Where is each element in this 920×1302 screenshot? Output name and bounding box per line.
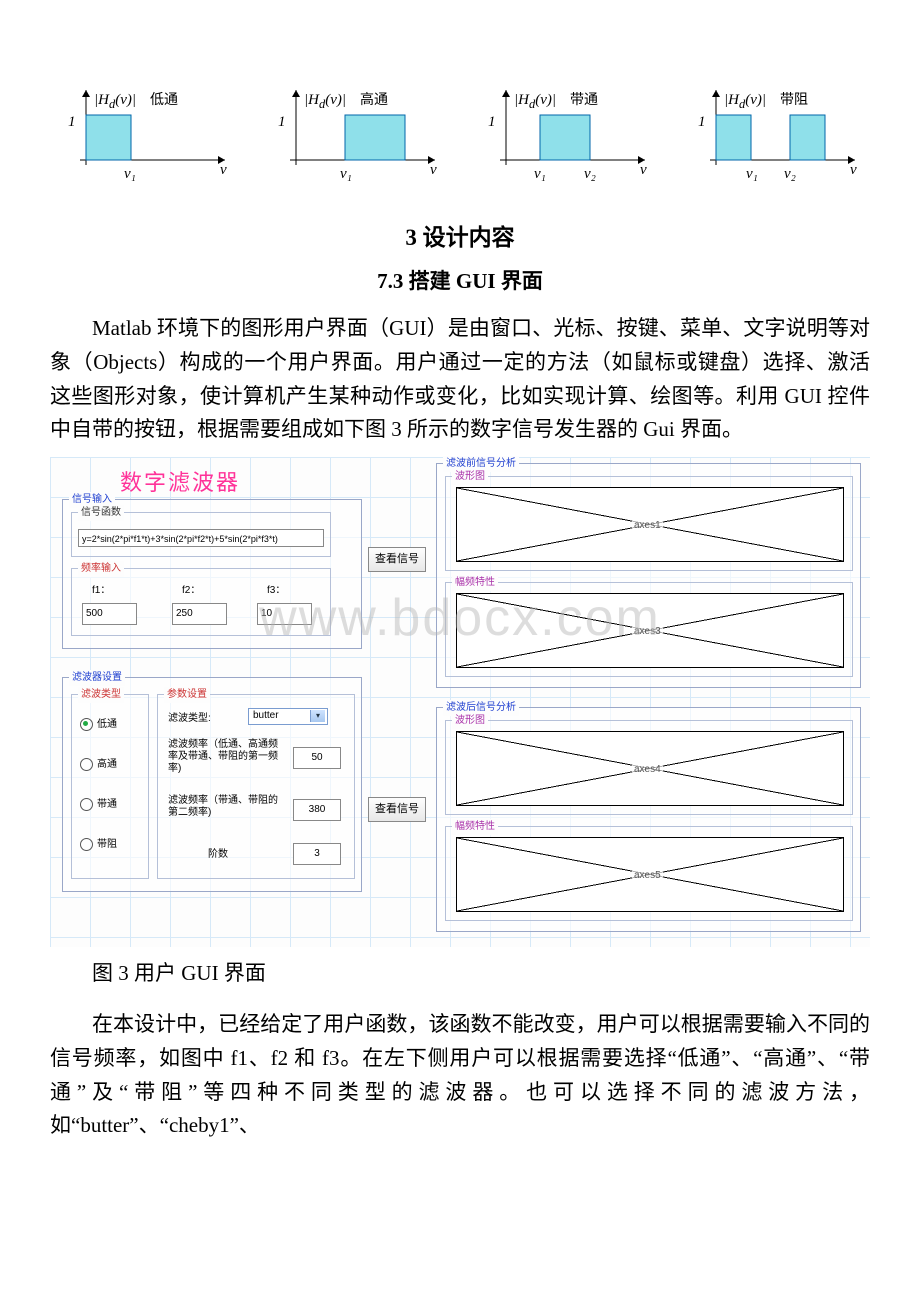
section-title: 3 设计内容 (50, 220, 870, 257)
subpanel-params: 参数设置 滤波类型: butter▾ 滤波频率（低通、高通频率及带通、带阻的第一… (157, 694, 355, 879)
chevron-down-icon: ▾ (310, 710, 325, 722)
paragraph-1: Matlab 环境下的图形用户界面（GUI）是由窗口、光标、按键、菜单、文字说明… (50, 312, 870, 446)
diagram-bandpass: |Hd(v)| 带通 1 v₁ v₂ v (470, 80, 660, 180)
diagram-highpass: |Hd(v)| 高通 1 v₁ v (260, 80, 450, 180)
view-signal-button-2[interactable]: 查看信号 (368, 797, 426, 823)
f3-input[interactable]: 10 (257, 603, 312, 625)
freq1-input[interactable]: 50 (293, 747, 341, 769)
panel-signal-input: 信号输入 信号函数 y=2*sin(2*pi*f1*t)+3*sin(2*pi*… (62, 499, 362, 649)
view-signal-button-1[interactable]: 查看信号 (368, 547, 426, 573)
radio-bandstop[interactable]: 带阻 (80, 837, 117, 853)
paragraph-2: 在本设计中，已经给定了用户函数，该函数不能改变，用户可以根据需要输入不同的信号频… (50, 1008, 870, 1142)
f1-input[interactable]: 500 (82, 603, 137, 625)
axes3[interactable]: axes3 (456, 593, 844, 668)
subpanel-pre-wave: 波形图 axes1 (445, 476, 853, 571)
gui-title: 数字滤波器 (120, 465, 240, 500)
axes1[interactable]: axes1 (456, 487, 844, 562)
radio-bandpass[interactable]: 带通 (80, 797, 117, 813)
diagram-bandstop: |Hd(v)| 带阻 1 v₁ v₂ v (680, 80, 870, 180)
method-combo[interactable]: butter▾ (248, 708, 328, 725)
radio-highpass[interactable]: 高通 (80, 757, 117, 773)
panel-pre-analysis: 滤波前信号分析 波形图 axes1 幅频特性 axes3 (436, 463, 861, 688)
subpanel-pre-mag: 幅频特性 axes3 (445, 582, 853, 677)
freq2-input[interactable]: 380 (293, 799, 341, 821)
diagram-lowpass: |Hd(v)| 低通 1 v₁ v (50, 80, 240, 180)
func-input[interactable]: y=2*sin(2*pi*f1*t)+3*sin(2*pi*f2*t)+5*si… (78, 529, 324, 547)
gui-mockup: www.bdocx.com 数字滤波器 信号输入 信号函数 y=2*sin(2*… (50, 457, 870, 947)
subpanel-func: 信号函数 y=2*sin(2*pi*f1*t)+3*sin(2*pi*f2*t)… (71, 512, 331, 557)
section-subtitle: 7.3 搭建 GUI 界面 (50, 265, 870, 299)
subpanel-filter-type: 滤波类型 低通 高通 带通 带阻 (71, 694, 149, 879)
radio-lowpass[interactable]: 低通 (80, 717, 117, 733)
subpanel-freq: 频率输入 f1： f2： f3： 500 250 10 (71, 568, 331, 636)
figure-caption: 图 3 用户 GUI 界面 (50, 957, 870, 991)
panel-post-analysis: 滤波后信号分析 波形图 axes4 幅频特性 axes5 (436, 707, 861, 932)
f2-input[interactable]: 250 (172, 603, 227, 625)
axes4[interactable]: axes4 (456, 731, 844, 806)
filter-diagram-row: |Hd(v)| 低通 1 v₁ v |Hd(v)| 高通 1 v₁ v |Hd(… (50, 80, 870, 180)
subpanel-post-wave: 波形图 axes4 (445, 720, 853, 815)
order-input[interactable]: 3 (293, 843, 341, 865)
axes5[interactable]: axes5 (456, 837, 844, 912)
panel-filter-settings: 滤波器设置 滤波类型 低通 高通 带通 带阻 参数设置 滤波类型: butter… (62, 677, 362, 892)
subpanel-post-mag: 幅频特性 axes5 (445, 826, 853, 921)
